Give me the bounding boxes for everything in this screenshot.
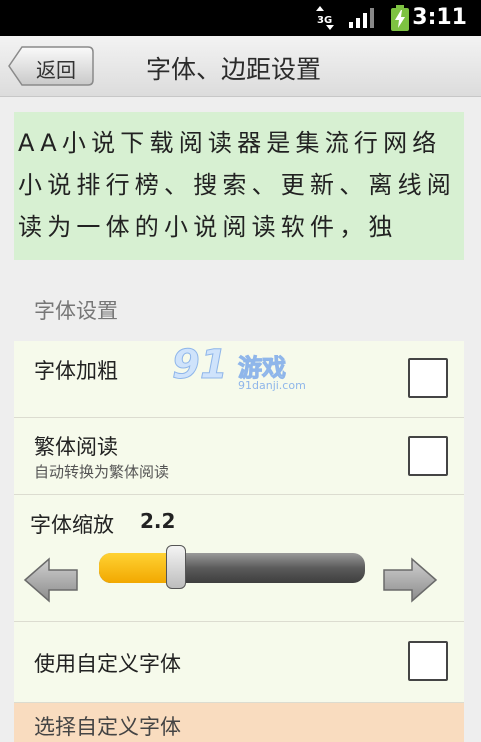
setting-traditional-label: 繁体阅读: [34, 435, 118, 459]
back-button-label: 返回: [36, 58, 76, 82]
setting-custom-font-row[interactable]: 使用自定义字体: [14, 622, 464, 703]
watermark-logo-number: 91: [172, 342, 229, 389]
section-header-font-settings: 字体设置: [34, 299, 118, 323]
traditional-checkbox[interactable]: [408, 436, 448, 476]
font-scale-slider[interactable]: [99, 545, 365, 589]
back-button[interactable]: 返回: [8, 46, 94, 86]
3g-data-icon: 3G: [316, 6, 334, 30]
setting-traditional-row[interactable]: 繁体阅读 自动转换为繁体阅读: [14, 418, 464, 495]
setting-scale-label: 字体缩放: [30, 513, 114, 537]
setting-traditional-sublabel: 自动转换为繁体阅读: [34, 463, 170, 481]
status-bar: 3G 3:11: [0, 0, 481, 36]
custom-font-checkbox[interactable]: [408, 641, 448, 681]
choose-custom-font-label: 选择自定义字体: [34, 715, 181, 739]
slider-thumb[interactable]: [166, 545, 186, 589]
watermark-domain: 91danji.com: [238, 379, 306, 392]
bold-checkbox[interactable]: [408, 358, 448, 398]
svg-text:3G: 3G: [317, 15, 332, 26]
setting-custom-font-label: 使用自定义字体: [34, 652, 181, 676]
battery-charging-icon: [391, 5, 409, 31]
font-preview: AA小说下载阅读器是集流行网络小说排行榜、搜索、更新、离线阅读为一体的小说阅读软…: [14, 112, 464, 260]
arrow-right-icon[interactable]: [382, 557, 438, 603]
clock: 3:11: [412, 5, 467, 30]
preview-text: AA小说下载阅读器是集流行网络小说排行榜、搜索、更新、离线阅读为一体的小说阅读软…: [18, 129, 456, 241]
choose-custom-font-row[interactable]: 选择自定义字体: [14, 703, 464, 742]
slider-fill: [99, 553, 176, 583]
setting-scale-row: 字体缩放 2.2: [14, 495, 464, 622]
page-title: 字体、边距设置: [146, 55, 322, 84]
signal-icon: [349, 8, 374, 28]
title-bar: 返回 字体、边距设置: [0, 36, 481, 97]
arrow-left-icon[interactable]: [23, 557, 79, 603]
watermark-logo: 91 游戏 91danji.com: [172, 342, 312, 398]
setting-scale-value: 2.2: [140, 509, 176, 533]
watermark-logo-text: 游戏: [238, 354, 287, 383]
setting-bold-label: 字体加粗: [34, 359, 118, 383]
